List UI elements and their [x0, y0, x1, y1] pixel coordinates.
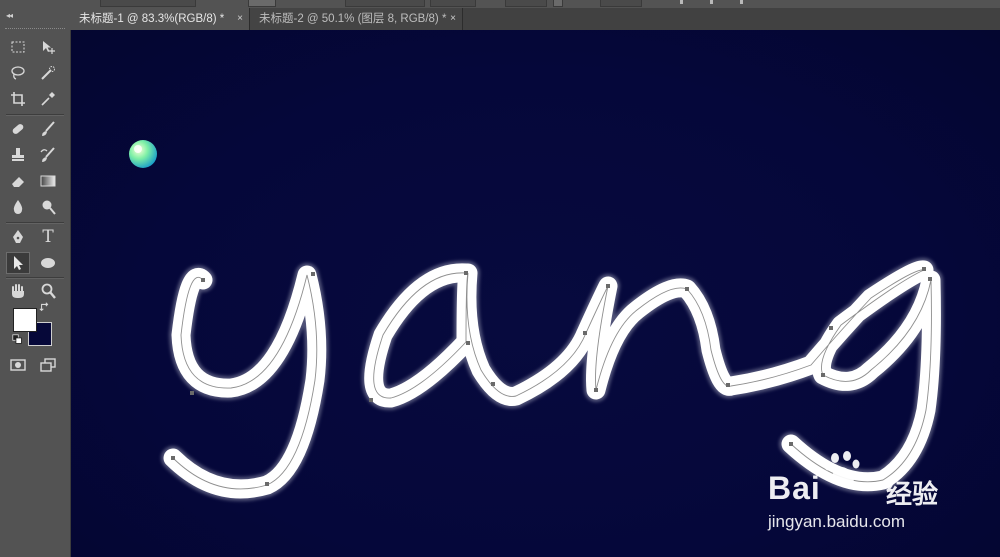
- yang-text-stroke[interactable]: [161, 257, 944, 501]
- gradient-tool-icon[interactable]: [36, 170, 60, 192]
- document-tab-bar: 未标题-1 @ 83.3%(RGB/8) * × 未标题-2 @ 50.1% (…: [70, 8, 1000, 30]
- collapse-panel-icon[interactable]: ◂◂: [6, 11, 13, 20]
- panel-grip[interactable]: [5, 28, 65, 30]
- blur-tool-icon[interactable]: [6, 196, 30, 218]
- quick-mask-icon[interactable]: [6, 354, 30, 376]
- pen-tool-icon[interactable]: [6, 226, 30, 248]
- options-field[interactable]: [345, 0, 425, 7]
- move-tool-icon[interactable]: [36, 36, 60, 58]
- jingyan-watermark-text: 经验: [886, 479, 939, 509]
- healing-brush-tool-icon[interactable]: [6, 118, 30, 140]
- hand-tool-icon[interactable]: [6, 280, 30, 302]
- brush-tool-icon[interactable]: [36, 118, 60, 140]
- paw-icon: [824, 451, 860, 485]
- arrange-icon[interactable]: [740, 0, 743, 4]
- foreground-color-swatch[interactable]: [13, 308, 37, 332]
- swap-colors-icon[interactable]: [38, 300, 52, 314]
- path-selection-tool-icon[interactable]: [6, 252, 30, 274]
- crop-tool-icon[interactable]: [6, 88, 30, 110]
- document-canvas[interactable]: Bai 经验 jingyan.baidu.com: [71, 30, 1000, 557]
- tab-label: 未标题-2 @ 50.1% (图层 8, RGB/8) *: [259, 13, 447, 25]
- eyedropper-tool-icon[interactable]: [36, 88, 60, 110]
- options-toggle[interactable]: [553, 0, 563, 7]
- options-dropdown[interactable]: [100, 0, 196, 7]
- distribute-icon[interactable]: [710, 0, 713, 4]
- rectangular-marquee-tool-icon[interactable]: [6, 36, 30, 58]
- ellipse-tool-icon[interactable]: [36, 252, 60, 274]
- clone-stamp-tool-icon[interactable]: [6, 144, 30, 166]
- options-field-4[interactable]: [600, 0, 642, 7]
- tab-label: 未标题-1 @ 83.3%(RGB/8) *: [79, 13, 225, 25]
- align-icon[interactable]: [680, 0, 683, 4]
- options-swatch[interactable]: [248, 0, 276, 7]
- glowing-orb[interactable]: [129, 140, 157, 168]
- options-bar: [0, 0, 1000, 8]
- eraser-tool-icon[interactable]: [6, 170, 30, 192]
- options-field-2[interactable]: [430, 0, 476, 7]
- tab-document-2[interactable]: 未标题-2 @ 50.1% (图层 8, RGB/8) * ×: [250, 8, 463, 30]
- history-brush-tool-icon[interactable]: [36, 144, 60, 166]
- close-icon[interactable]: ×: [450, 8, 456, 30]
- watermark-url: jingyan.baidu.com: [768, 512, 906, 531]
- dodge-tool-icon[interactable]: [36, 196, 60, 218]
- lasso-tool-icon[interactable]: [6, 62, 30, 84]
- close-icon[interactable]: ×: [237, 8, 243, 30]
- default-colors-icon[interactable]: [10, 332, 24, 346]
- zoom-tool-icon[interactable]: [36, 280, 60, 302]
- quick-selection-tool-icon[interactable]: [36, 62, 60, 84]
- screen-mode-icon[interactable]: [36, 354, 60, 376]
- options-field-3[interactable]: [505, 0, 547, 7]
- tab-document-1[interactable]: 未标题-1 @ 83.3%(RGB/8) * ×: [70, 8, 250, 30]
- tools-panel: ◂◂ T: [0, 8, 71, 557]
- type-tool-icon[interactable]: T: [36, 226, 60, 248]
